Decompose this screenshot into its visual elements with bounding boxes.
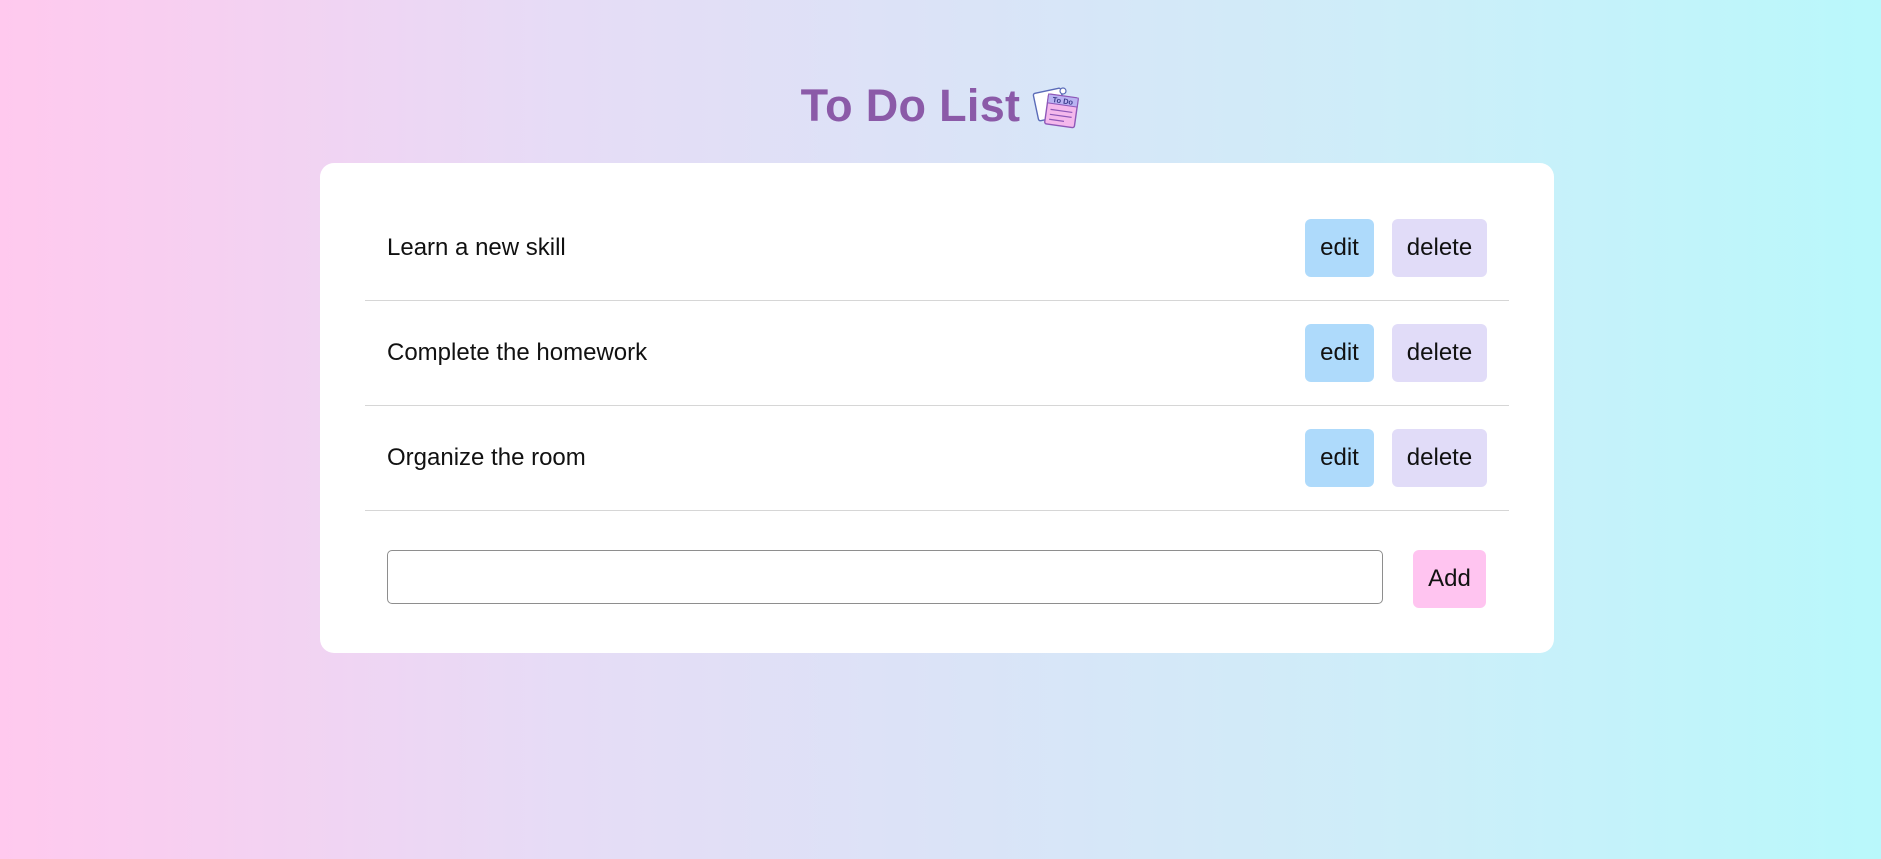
- todo-note-icon: To Do: [1033, 87, 1080, 129]
- task-row: Organize the room edit delete: [365, 406, 1509, 511]
- todo-card: Learn a new skill edit delete Complete t…: [320, 163, 1554, 653]
- page-title: To Do List: [800, 80, 1021, 131]
- edit-button[interactable]: edit: [1305, 429, 1374, 487]
- task-label: Organize the room: [387, 444, 586, 471]
- task-list: Learn a new skill edit delete Complete t…: [365, 196, 1509, 511]
- delete-button[interactable]: delete: [1392, 429, 1487, 487]
- task-label: Learn a new skill: [387, 234, 566, 261]
- delete-button[interactable]: delete: [1392, 219, 1487, 277]
- new-task-input[interactable]: [387, 550, 1383, 604]
- edit-button[interactable]: edit: [1305, 219, 1374, 277]
- task-label: Complete the homework: [387, 339, 648, 366]
- delete-button[interactable]: delete: [1392, 324, 1487, 382]
- header: To Do List To Do: [0, 78, 1881, 134]
- edit-button[interactable]: edit: [1305, 324, 1374, 382]
- add-button[interactable]: Add: [1413, 550, 1486, 608]
- task-row: Complete the homework edit delete: [365, 301, 1509, 406]
- task-row: Learn a new skill edit delete: [365, 196, 1509, 301]
